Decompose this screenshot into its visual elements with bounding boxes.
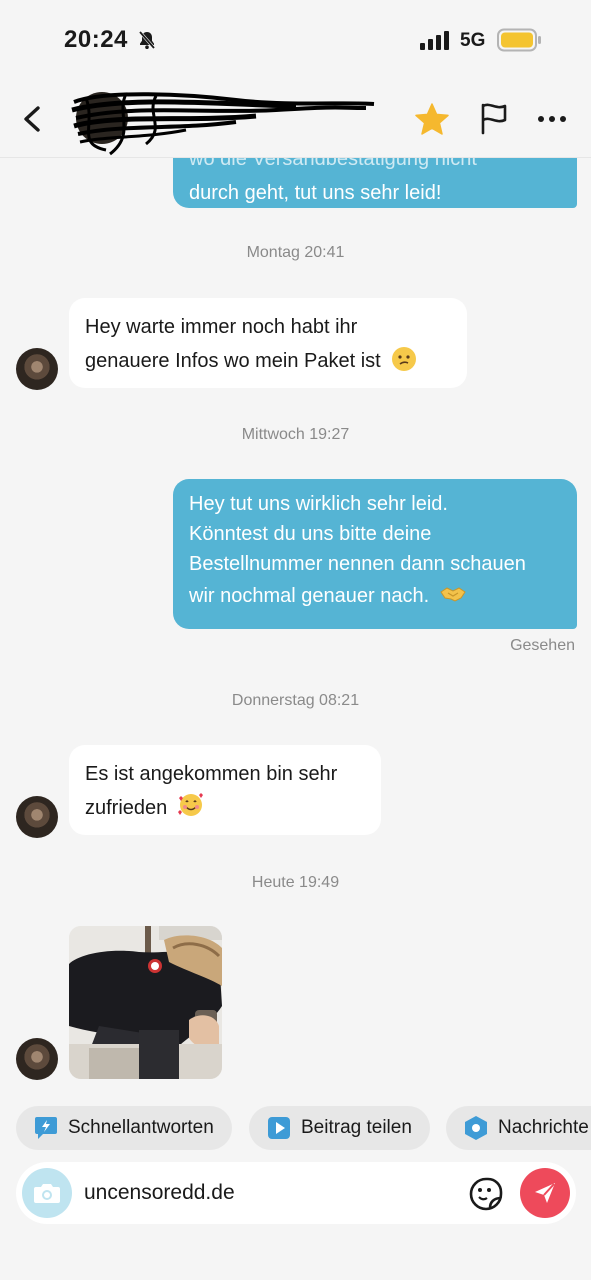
quick-actions-row[interactable]: Schnellantworten Beitrag teilen Nachrich… [0,1106,591,1152]
message-bubble-outgoing[interactable]: wo die Versandbestätigung nicht durch ge… [173,158,577,208]
message-text: Hey warte immer noch habt ihr [85,316,358,338]
signal-icon [420,30,452,55]
star-icon[interactable] [414,102,450,141]
send-icon[interactable] [520,1168,570,1218]
network-type: 5G [460,30,486,51]
flag-icon[interactable] [478,102,510,141]
chip-label: Schnellantworten [68,1117,214,1138]
confused-face-emoji [392,347,417,371]
message-composer [0,1160,591,1224]
message-input[interactable] [84,1176,384,1210]
message-text: wir nochmal genauer nach. [189,585,430,607]
hexagon-icon [465,1116,487,1140]
contact-name-redacted[interactable] [66,84,376,156]
chat-header [0,80,591,158]
message-text: genauere Infos wo mein Paket ist [85,350,381,372]
avatar[interactable] [16,796,58,838]
timestamp: Montag 20:41 [246,244,345,261]
battery-icon [497,28,543,57]
smiling-face-with-hearts-emoji [177,792,203,816]
muted-bell-icon [137,30,157,55]
timestamp: Mittwoch 19:27 [241,426,350,443]
handshake-emoji [439,582,466,606]
sticker-icon[interactable] [468,1176,504,1217]
message-text: Bestellnummer nennen dann schauen [189,553,526,575]
message-text: zufrieden [85,797,168,819]
share-post-chip[interactable]: Beitrag teilen [249,1106,430,1150]
composer-box [16,1162,576,1224]
status-time: 20:24 [64,26,128,53]
chip-label: Nachrichte [498,1117,589,1138]
message-text: Hey tut uns wirklich sehr leid. [189,493,448,515]
photo-message[interactable] [69,926,222,1079]
message-text: Es ist angekommen bin sehr [85,763,338,785]
ellipsis-icon[interactable] [536,106,568,137]
seen-status: Gesehen [510,637,575,654]
share-post-icon [268,1117,290,1139]
timestamp: Donnerstag 08:21 [231,692,360,709]
avatar[interactable] [16,348,58,390]
messages-chip[interactable]: Nachrichte [446,1106,591,1150]
message-text: wo die Versandbestätigung nicht [189,158,477,170]
quick-reply-icon [35,1117,57,1139]
status-bar: 20:24 5G [0,0,591,80]
chevron-left-icon[interactable] [18,102,48,136]
message-list[interactable]: wo die Versandbestätigung nicht durch ge… [0,158,591,1098]
timestamp: Heute 19:49 [251,874,340,891]
message-text: durch geht, tut uns sehr leid! [189,182,442,204]
avatar[interactable] [16,1038,58,1080]
message-bubble-incoming[interactable]: Es ist angekommen bin sehr zufrieden [69,745,381,835]
message-bubble-outgoing[interactable]: Hey tut uns wirklich sehr leid. Könntest… [173,479,577,629]
camera-icon[interactable] [22,1168,72,1218]
message-text: Könntest du uns bitte deine [189,523,432,545]
message-bubble-incoming[interactable]: Hey warte immer noch habt ihr genauere I… [69,298,467,388]
quick-replies-chip[interactable]: Schnellantworten [16,1106,232,1150]
chip-label: Beitrag teilen [301,1117,412,1138]
